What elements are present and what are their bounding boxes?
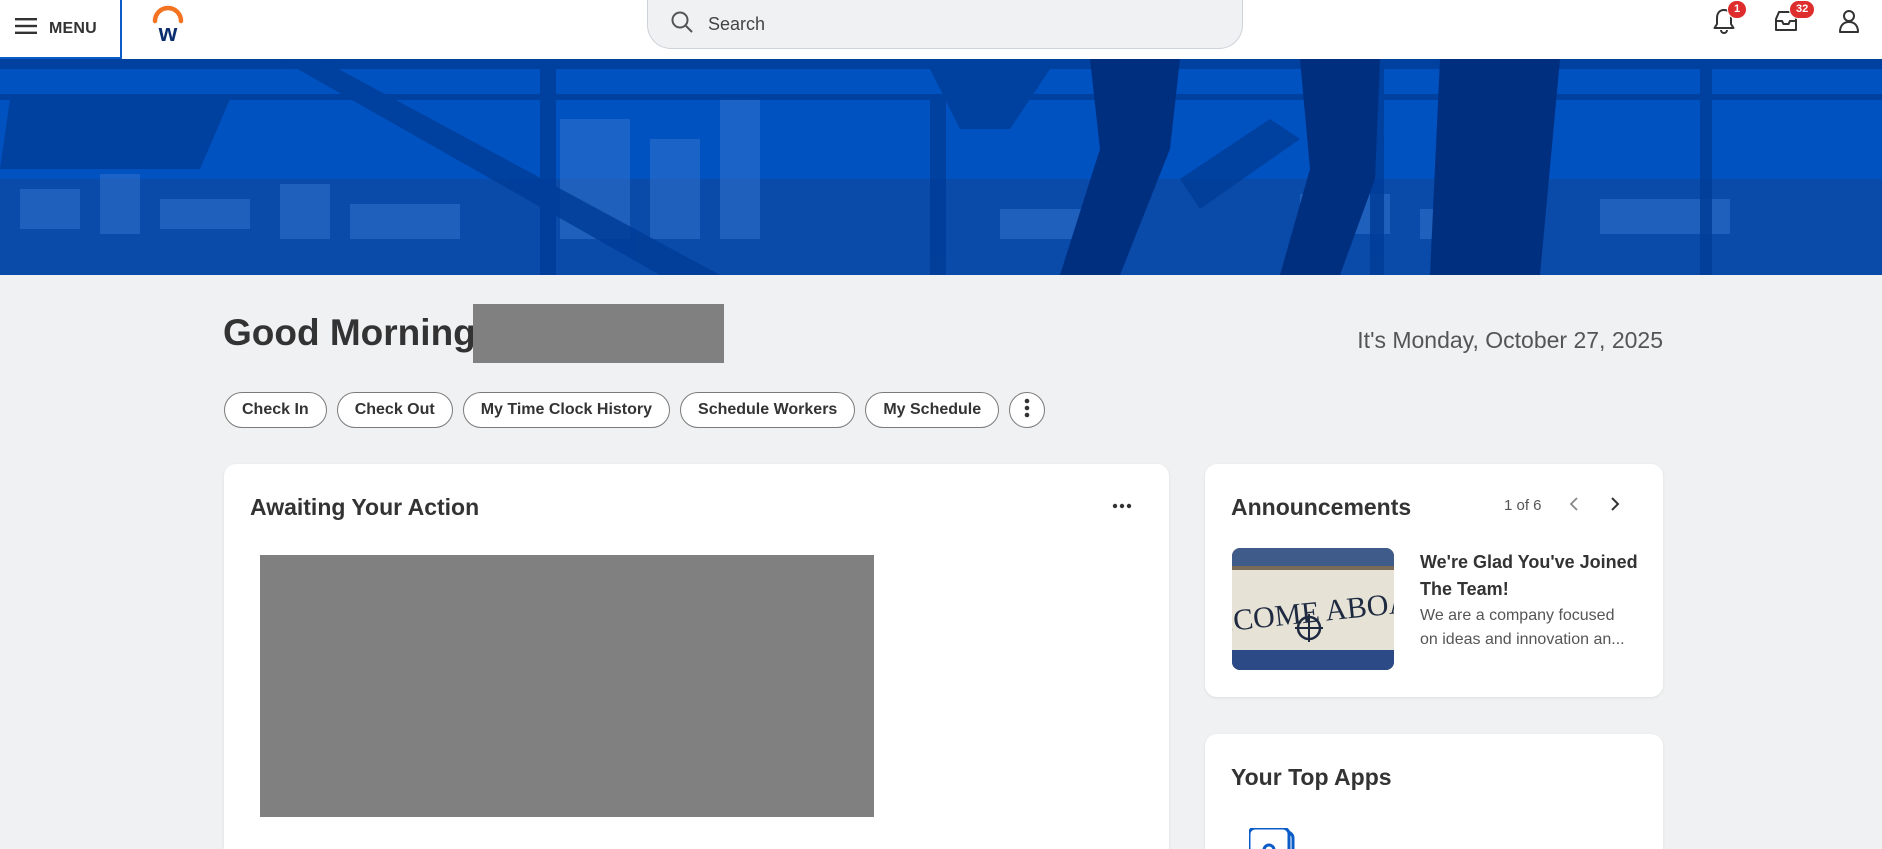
app-icon[interactable] <box>1247 826 1297 849</box>
awaiting-action-title: Awaiting Your Action <box>250 494 480 520</box>
announcements-pager: 1 of 6 <box>1504 497 1542 514</box>
current-date: It's Monday, October 27, 2025 <box>1357 327 1663 353</box>
next-button[interactable] <box>1605 496 1625 516</box>
inbox-button[interactable]: 32 <box>1771 0 1816 38</box>
redacted-username <box>473 304 724 363</box>
search-bar[interactable] <box>647 0 1243 49</box>
svg-text:w: w <box>158 20 178 44</box>
hero-banner <box>0 59 1882 275</box>
more-horizontal-icon <box>1112 496 1132 513</box>
chevron-right-icon <box>1610 496 1620 516</box>
redacted-task-content <box>260 555 874 817</box>
quick-actions: Check In Check Out My Time Clock History… <box>224 392 1046 428</box>
menu-button[interactable]: MENU <box>0 0 122 59</box>
time-clock-history-button[interactable]: My Time Clock History <box>462 392 671 428</box>
chevron-left-icon <box>1569 496 1579 516</box>
announcement-summary: We are a company focused on ideas and in… <box>1420 607 1625 648</box>
search-icon <box>670 10 694 39</box>
more-actions-button[interactable] <box>1009 392 1046 428</box>
my-schedule-button[interactable]: My Schedule <box>865 392 1000 428</box>
check-in-button[interactable]: Check In <box>224 392 327 428</box>
more-vertical-icon <box>1024 398 1030 423</box>
announcement-headline[interactable]: We're Glad You've Joined The Team! <box>1420 549 1640 603</box>
announcements-title: Announcements <box>1231 494 1412 520</box>
top-apps-card: Your Top Apps <box>1205 734 1663 849</box>
top-bar: MENU w 1 32 <box>0 0 1882 59</box>
workday-logo-icon[interactable]: w <box>150 4 186 47</box>
user-icon <box>1838 9 1860 38</box>
profile-button[interactable] <box>1834 8 1864 38</box>
card-options-button[interactable] <box>1112 496 1132 514</box>
top-apps-title: Your Top Apps <box>1231 764 1392 790</box>
hamburger-icon <box>15 18 37 39</box>
inbox-badge: 32 <box>1789 0 1816 19</box>
check-out-button[interactable]: Check Out <box>336 392 453 428</box>
awaiting-action-card: Awaiting Your Action <box>224 464 1169 849</box>
announcements-card: Announcements 1 of 6 ELCOME ABOAR We're … <box>1205 464 1663 697</box>
schedule-workers-button[interactable]: Schedule Workers <box>680 392 856 428</box>
menu-label: MENU <box>49 19 97 37</box>
notifications-badge: 1 <box>1727 0 1748 19</box>
notifications-button[interactable]: 1 <box>1709 0 1748 38</box>
greeting-title: Good Morning, <box>223 312 487 353</box>
announcement-image[interactable]: ELCOME ABOAR <box>1232 548 1394 670</box>
previous-button[interactable] <box>1564 496 1584 516</box>
search-input[interactable] <box>708 13 1188 35</box>
